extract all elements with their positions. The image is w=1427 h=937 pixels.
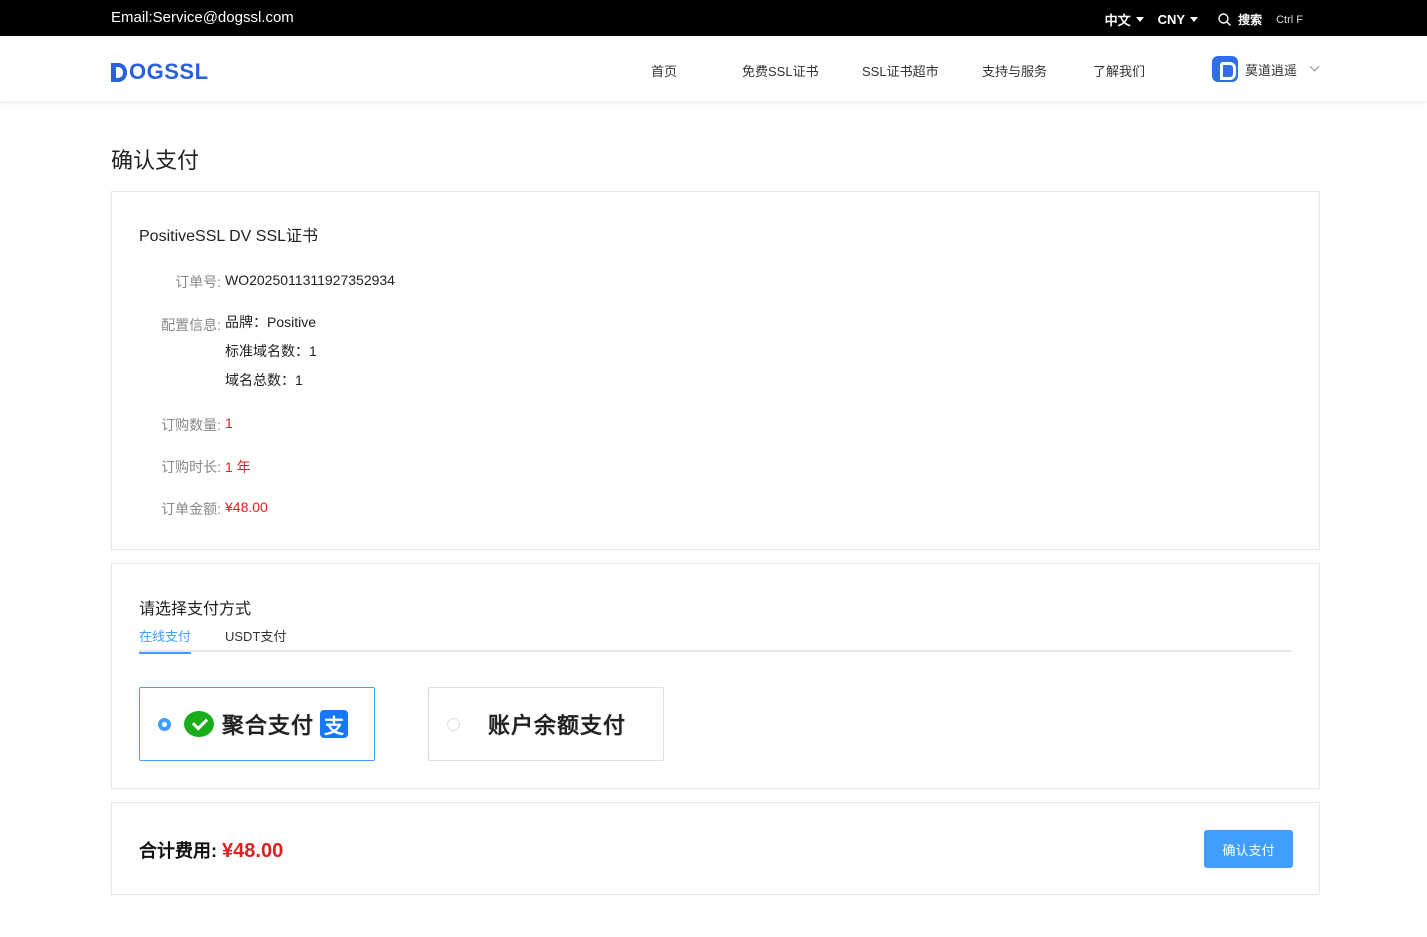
main-header: OGSSL 首页 免费SSL证书 SSL证书超市 支持与服务 了解我们 莫道逍遥	[0, 36, 1427, 101]
alipay-icon: 支	[320, 710, 349, 738]
summary-card: 合计费用: ¥48.00 确认支付	[111, 802, 1320, 895]
payment-method-card: 请选择支付方式 在线支付 USDT支付 聚合支付 支 账户余额支付	[111, 563, 1320, 789]
search-shortcut-hint: Ctrl F	[1276, 13, 1303, 26]
radio-selected-icon	[158, 717, 171, 731]
currency-label: CNY	[1157, 12, 1186, 27]
search-button[interactable]: 搜索	[1218, 11, 1262, 28]
quantity-label: 订购数量:	[161, 417, 221, 433]
top-bar-controls: 中文 CNY 搜索 Ctrl F	[1105, 10, 1303, 29]
order-details-card: PositiveSSL DV SSL证书 订单号: WO202501131192…	[111, 191, 1320, 550]
currency-selector[interactable]: CNY	[1157, 12, 1199, 27]
quantity-value: 1	[225, 415, 233, 431]
payment-option-aggregate[interactable]: 聚合支付 支	[139, 687, 375, 761]
duration-row: 订购时长: 1 年	[112, 457, 251, 477]
payment-option-balance[interactable]: 账户余额支付	[428, 687, 664, 761]
product-name: PositiveSSL DV SSL证书	[139, 228, 319, 245]
config-total-domains: 域名总数：1	[225, 372, 303, 388]
nav-home[interactable]: 首页	[651, 61, 677, 80]
config-row: 配置信息: 品牌：Positive 标准域名数：1 域名总数：1	[112, 315, 317, 402]
user-name: 莫道逍遥	[1245, 62, 1298, 78]
nav-ssl-market[interactable]: SSL证书超市	[862, 61, 939, 80]
nav-support[interactable]: 支持与服务	[982, 61, 1047, 80]
balance-pay-label: 账户余额支付	[488, 713, 627, 738]
tab-online-payment[interactable]: 在线支付	[139, 626, 192, 654]
total-label: 合计费用:	[139, 841, 217, 861]
tab-usdt-payment[interactable]: USDT支付	[225, 626, 286, 653]
config-list: 品牌：Positive 标准域名数：1 域名总数：1	[225, 315, 317, 402]
total-cost: 合计费用: ¥48.00	[139, 837, 283, 863]
order-number-label: 订单号:	[175, 274, 221, 290]
amount-label: 订单金额:	[161, 501, 221, 517]
duration-value: 1 年	[225, 459, 251, 475]
duration-label: 订购时长:	[161, 459, 221, 475]
search-icon	[1218, 13, 1232, 26]
confirm-payment-button[interactable]: 确认支付	[1204, 830, 1293, 868]
quantity-row: 订购数量: 1	[112, 415, 233, 435]
chevron-down-icon	[1309, 61, 1320, 72]
config-brand: 品牌：Positive	[225, 314, 317, 330]
wechat-pay-icon	[184, 711, 214, 737]
order-number-row: 订单号: WO2025011311927352934	[112, 272, 395, 292]
user-menu[interactable]: 莫道逍遥	[1212, 56, 1320, 82]
aggregate-pay-label: 聚合支付	[222, 713, 315, 738]
language-label: 中文	[1104, 13, 1131, 28]
total-amount: ¥48.00	[222, 840, 284, 862]
amount-value: ¥48.00	[225, 499, 268, 515]
page-title: 确认支付	[111, 148, 200, 173]
nav-free-ssl[interactable]: 免费SSL证书	[742, 61, 819, 80]
radio-unselected-icon	[447, 717, 460, 731]
top-bar: Email:Service@dogssl.com 中文 CNY 搜索 Ctrl …	[0, 0, 1427, 36]
caret-down-icon	[1135, 17, 1144, 22]
contact-email[interactable]: Email:Service@dogssl.com	[111, 9, 294, 26]
payment-tabs: 在线支付 USDT支付	[139, 626, 1292, 654]
amount-row: 订单金额: ¥48.00	[112, 499, 268, 519]
config-label: 配置信息:	[161, 317, 221, 333]
search-label: 搜索	[1238, 13, 1263, 27]
order-number-value: WO2025011311927352934	[225, 272, 395, 288]
caret-down-icon	[1190, 17, 1199, 22]
payment-method-title: 请选择支付方式	[139, 601, 252, 618]
avatar	[1212, 56, 1238, 82]
language-selector[interactable]: 中文	[1105, 10, 1144, 29]
nav-about[interactable]: 了解我们	[1093, 61, 1145, 80]
config-standard-domains: 标准域名数：1	[225, 343, 317, 359]
